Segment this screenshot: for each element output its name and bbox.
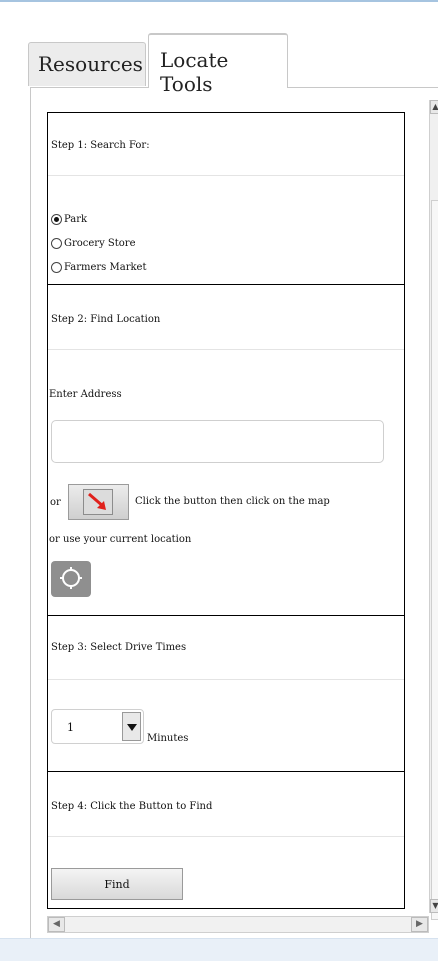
bottom-bar <box>0 938 438 961</box>
map-click-button[interactable] <box>68 484 129 520</box>
current-location-label: or use your current location <box>49 534 192 545</box>
step-divider <box>48 771 404 772</box>
option-park[interactable]: Park <box>51 214 87 225</box>
radio-park[interactable] <box>51 214 62 225</box>
find-button[interactable]: Find <box>51 868 183 900</box>
drive-time-select[interactable]: 1 <box>51 709 144 744</box>
scroll-down-icon[interactable]: ▼ <box>430 899 438 913</box>
option-farmers-market-label: Farmers Market <box>64 262 147 273</box>
step-divider <box>48 615 404 616</box>
top-border <box>0 0 438 2</box>
current-location-button[interactable] <box>51 561 91 597</box>
tab-locate-tools[interactable]: Locate Tools <box>148 33 288 96</box>
enter-address-label: Enter Address <box>49 389 122 400</box>
radio-grocery-store[interactable] <box>51 238 62 249</box>
step2-header: Step 2: Find Location <box>51 314 161 325</box>
step4-header: Step 4: Click the Button to Find <box>51 801 213 812</box>
minutes-label: Minutes <box>147 733 189 744</box>
or-label: or <box>50 497 61 508</box>
option-farmers-market[interactable]: Farmers Market <box>51 262 146 273</box>
separator <box>48 679 404 680</box>
scroll-up-icon[interactable]: ▲ <box>430 100 438 114</box>
scroll-left-icon[interactable]: ◀ <box>48 917 65 932</box>
step1-header: Step 1: Search For: <box>51 140 150 151</box>
separator <box>48 836 404 837</box>
map-button-hint: Click the button then click on the map <box>135 496 330 507</box>
separator <box>48 349 404 350</box>
option-grocery-store-label: Grocery Store <box>64 238 136 249</box>
option-grocery-store[interactable]: Grocery Store <box>51 238 136 249</box>
option-park-label: Park <box>64 214 88 225</box>
tab-resources-label: Resources <box>38 52 143 76</box>
radio-farmers-market[interactable] <box>51 262 62 273</box>
separator <box>48 175 404 176</box>
drive-time-value: 1 <box>67 721 74 734</box>
locate-tools-form: Step 1: Search For: Park Grocery Store F… <box>47 112 405 909</box>
pointer-arrow-icon <box>83 489 113 515</box>
horizontal-scrollbar[interactable]: ◀ ▶ <box>47 916 429 933</box>
chevron-down-icon[interactable] <box>122 712 141 741</box>
step-divider <box>48 284 404 285</box>
address-input[interactable] <box>51 420 384 463</box>
vertical-scrollbar[interactable]: ▲ ▼ <box>429 100 438 920</box>
vertical-scroll-thumb[interactable] <box>431 200 438 920</box>
step3-header: Step 3: Select Drive Times <box>51 642 187 653</box>
tab-resources[interactable]: Resources <box>28 42 146 86</box>
scroll-right-icon[interactable]: ▶ <box>411 917 428 932</box>
